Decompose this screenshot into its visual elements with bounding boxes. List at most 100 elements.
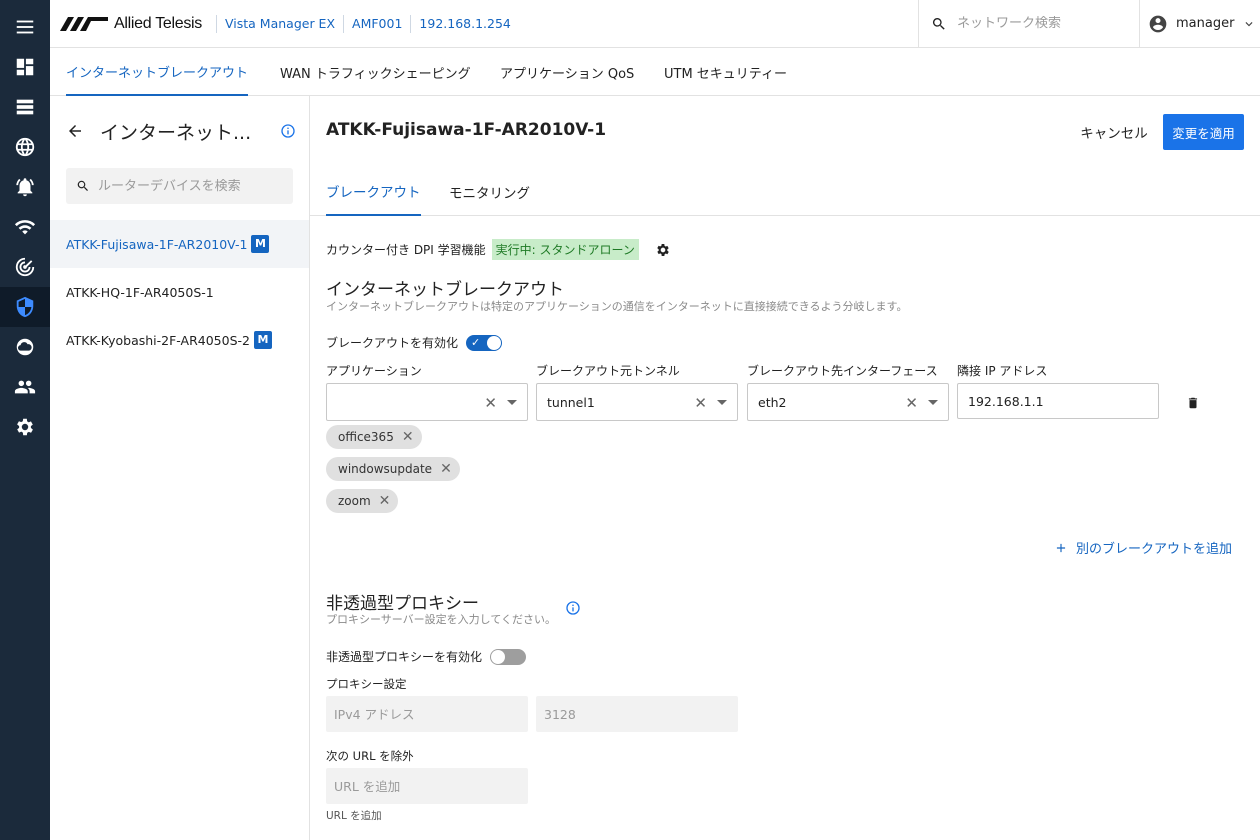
feature-tabs: インターネットブレークアウト WAN トラフィックシェーピング アプリケーション… bbox=[50, 48, 1260, 96]
breadcrumb-item[interactable]: 192.168.1.254 bbox=[410, 15, 518, 33]
check-icon: ✓ bbox=[471, 335, 481, 349]
dashboard-icon[interactable] bbox=[0, 47, 50, 87]
proxy-enable-label: 非透過型プロキシーを有効化 bbox=[326, 650, 483, 664]
remove-chip-icon[interactable]: ✕ bbox=[379, 493, 391, 509]
user-name: manager bbox=[1176, 16, 1235, 31]
chip-label: office365 bbox=[338, 430, 394, 444]
breakout-section-description: インターネットブレークアウトは特定のアプリケーションの通信をインターネットに直接… bbox=[326, 300, 908, 313]
breakout-tabs: ブレークアウト モニタリング bbox=[310, 168, 1260, 216]
device-search bbox=[66, 168, 293, 204]
info-icon[interactable] bbox=[280, 123, 296, 139]
nav-rail bbox=[0, 0, 50, 840]
tunnel-select-value: tunnel1 bbox=[547, 394, 595, 410]
exclude-url-input[interactable] bbox=[326, 768, 528, 804]
dpi-status-badge: 実行中: スタンドアローン bbox=[491, 239, 639, 260]
tab-application-qos[interactable]: アプリケーション QoS bbox=[500, 48, 634, 96]
cloud-icon[interactable] bbox=[0, 327, 50, 367]
proxy-enable-toggle[interactable] bbox=[490, 648, 527, 665]
gear-icon[interactable] bbox=[655, 242, 671, 258]
device-item[interactable]: ATKK-Kyobashi-2F-AR4050S-2 M bbox=[50, 316, 309, 364]
tab-monitoring[interactable]: モニタリング bbox=[449, 168, 530, 216]
radar-icon[interactable] bbox=[0, 247, 50, 287]
interface-select-value: eth2 bbox=[758, 394, 787, 410]
add-breakout-button[interactable]: 別のブレークアウトを追加 bbox=[1054, 538, 1232, 557]
breakout-enable-label: ブレークアウトを有効化 bbox=[326, 336, 459, 350]
dpi-status-row: カウンター付き DPI 学習機能 実行中: スタンドアローン bbox=[326, 239, 671, 260]
breakout-enable-toggle[interactable]: ✓ bbox=[466, 334, 503, 351]
device-name: ATKK-HQ-1F-AR4050S-1 bbox=[66, 284, 214, 300]
wifi-icon[interactable] bbox=[0, 207, 50, 247]
tab-wan-traffic-shaping[interactable]: WAN トラフィックシェーピング bbox=[280, 48, 471, 96]
logo-text: Allied Telesis bbox=[114, 15, 202, 32]
back-arrow-icon[interactable] bbox=[66, 122, 84, 140]
breadcrumb-item[interactable]: AMF001 bbox=[343, 15, 410, 33]
device-title: ATKK-Fujisawa-1F-AR2010V-1 bbox=[326, 120, 607, 140]
tab-breakout[interactable]: ブレークアウト bbox=[326, 168, 421, 216]
caret-down-icon[interactable] bbox=[717, 400, 727, 405]
device-item[interactable]: ATKK-HQ-1F-AR4050S-1 bbox=[50, 268, 309, 316]
list-icon[interactable] bbox=[0, 87, 50, 127]
breadcrumb: Vista Manager EX AMF001 192.168.1.254 bbox=[216, 0, 519, 48]
logo-mark-icon bbox=[60, 17, 108, 31]
device-sidebar: インターネット... ATKK-Fujisawa-1F-AR2010V-1 M … bbox=[50, 96, 310, 840]
dpi-label: カウンター付き DPI 学習機能 bbox=[326, 243, 486, 257]
security-shield-icon[interactable] bbox=[0, 287, 50, 327]
clear-icon[interactable]: ✕ bbox=[905, 394, 918, 412]
proxy-port-input[interactable] bbox=[536, 696, 738, 732]
application-chip: zoom ✕ bbox=[326, 489, 399, 513]
proxy-enable-row: 非透過型プロキシーを有効化 bbox=[326, 648, 527, 665]
interface-select[interactable]: eth2 ✕ bbox=[747, 383, 949, 421]
chip-label: zoom bbox=[338, 494, 371, 508]
user-menu[interactable]: manager bbox=[1148, 0, 1256, 47]
add-breakout-label: 別のブレークアウトを追加 bbox=[1076, 542, 1233, 557]
application-select[interactable]: ✕ bbox=[326, 383, 528, 421]
chevron-down-icon bbox=[1245, 21, 1253, 26]
managed-badge: M bbox=[253, 331, 272, 349]
sidebar-header: インターネット... bbox=[66, 116, 296, 146]
device-item[interactable]: ATKK-Fujisawa-1F-AR2010V-1 M bbox=[50, 220, 309, 268]
proxy-settings-label: プロキシー設定 bbox=[326, 677, 407, 691]
breakout-section-title: インターネットブレークアウト bbox=[326, 280, 564, 300]
application-chip: windowsupdate ✕ bbox=[326, 457, 460, 481]
users-icon[interactable] bbox=[0, 367, 50, 407]
tunnel-select[interactable]: tunnel1 ✕ bbox=[536, 383, 738, 421]
managed-badge: M bbox=[251, 235, 270, 253]
settings-icon[interactable] bbox=[0, 407, 50, 447]
neighbor-ip-label: 隣接 IP アドレス bbox=[957, 364, 1048, 378]
delete-icon[interactable] bbox=[1186, 396, 1200, 410]
breadcrumb-item[interactable]: Vista Manager EX bbox=[216, 15, 343, 33]
device-name: ATKK-Fujisawa-1F-AR2010V-1 bbox=[66, 236, 248, 252]
cancel-button[interactable]: キャンセル bbox=[1074, 114, 1154, 150]
tunnel-label: ブレークアウト元トンネル bbox=[536, 364, 680, 378]
network-search-input[interactable] bbox=[957, 16, 1117, 31]
globe-icon[interactable] bbox=[0, 127, 50, 167]
chip-label: windowsupdate bbox=[338, 462, 433, 476]
menu-icon[interactable] bbox=[0, 7, 50, 47]
clear-icon[interactable]: ✕ bbox=[484, 394, 497, 412]
proxy-ipv4-input[interactable] bbox=[326, 696, 528, 732]
application-label: アプリケーション bbox=[326, 364, 422, 378]
tab-internet-breakout[interactable]: インターネットブレークアウト bbox=[66, 48, 249, 96]
application-chip: office365 ✕ bbox=[326, 425, 422, 449]
caret-down-icon[interactable] bbox=[928, 400, 938, 405]
clear-icon[interactable]: ✕ bbox=[694, 394, 707, 412]
neighbor-ip-input[interactable] bbox=[957, 383, 1159, 419]
breakout-enable-row: ブレークアウトを有効化 ✓ bbox=[326, 334, 503, 351]
tab-utm-security[interactable]: UTM セキュリティー bbox=[664, 48, 787, 96]
exclude-url-label: 次の URL を除外 bbox=[326, 749, 414, 763]
exclude-url-helper: URL を追加 bbox=[326, 810, 382, 822]
interface-label: ブレークアウト先インターフェース bbox=[747, 364, 938, 378]
remove-chip-icon[interactable]: ✕ bbox=[402, 429, 414, 445]
remove-chip-icon[interactable]: ✕ bbox=[440, 461, 452, 477]
alarm-icon[interactable] bbox=[0, 167, 50, 207]
search-icon bbox=[932, 17, 945, 30]
plus-icon bbox=[1056, 543, 1066, 552]
logo[interactable]: Allied Telesis bbox=[60, 14, 202, 34]
network-search bbox=[918, 0, 1140, 47]
info-icon[interactable] bbox=[565, 600, 581, 616]
caret-down-icon[interactable] bbox=[507, 400, 517, 405]
proxy-section-description: プロキシーサーバー設定を入力してください。 bbox=[326, 613, 557, 626]
sidebar-title: インターネット... bbox=[100, 121, 250, 144]
apply-changes-button[interactable]: 変更を適用 bbox=[1163, 114, 1244, 150]
device-search-input[interactable] bbox=[98, 178, 288, 194]
